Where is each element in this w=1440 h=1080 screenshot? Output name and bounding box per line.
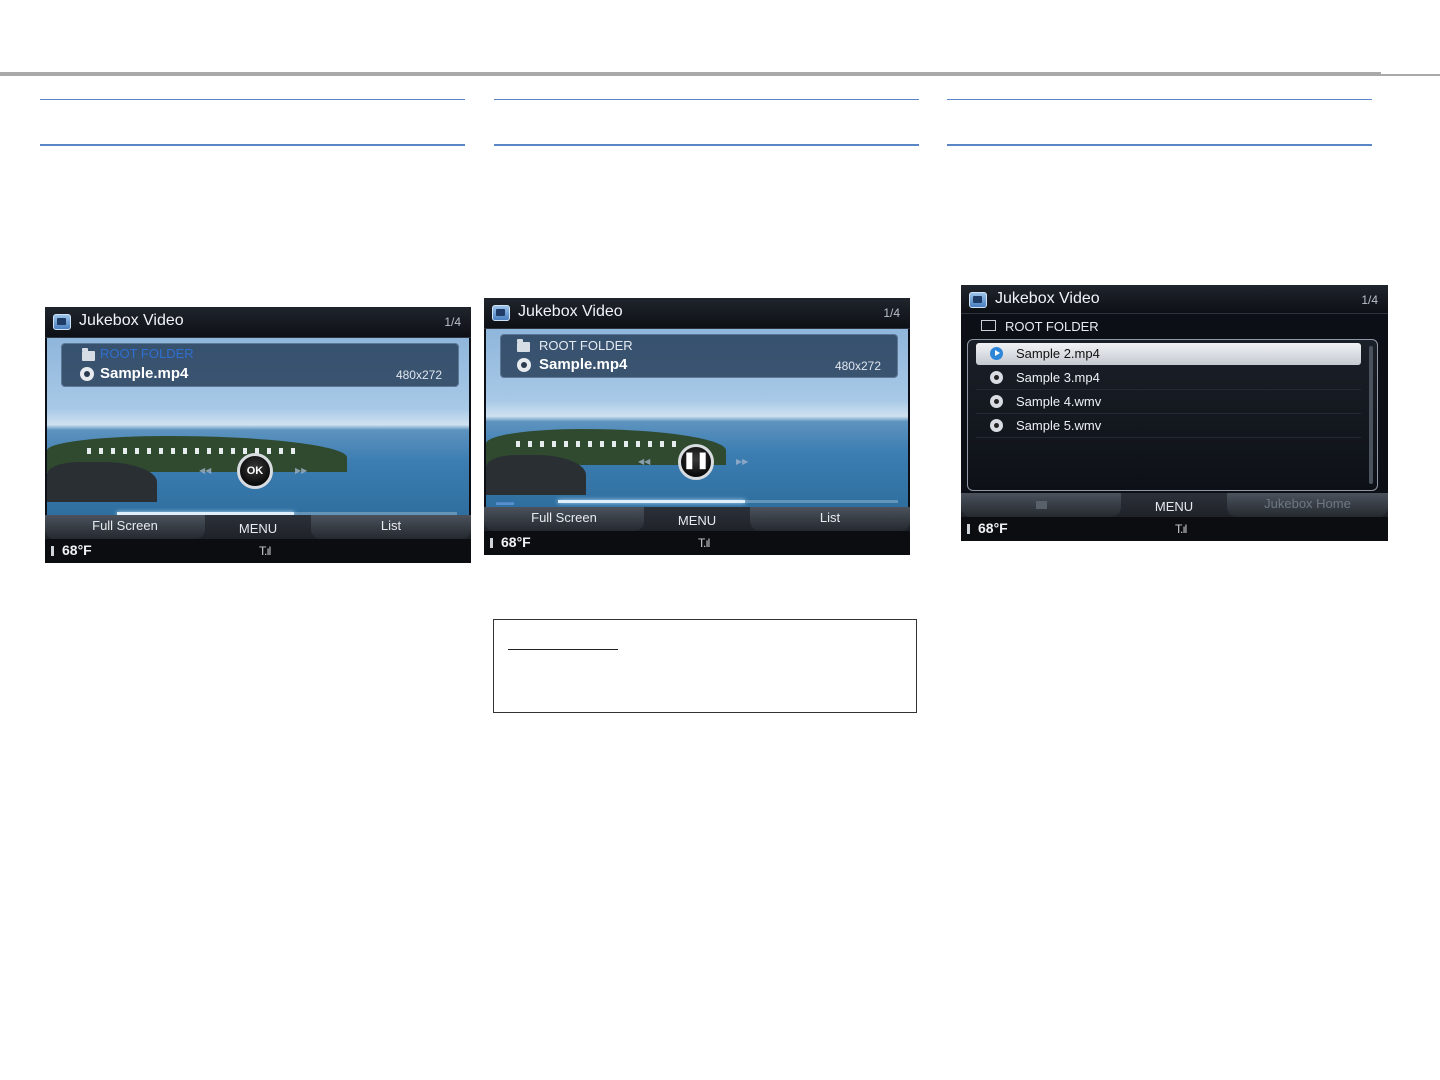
folder-row[interactable]: ROOT FOLDER — [961, 315, 1388, 337]
elapsed-time: ▬▬ — [496, 497, 514, 507]
col3-rule-bottom — [947, 144, 1372, 146]
screen-video-ok: Jukebox Video 1/4 ROOT FOLDER Sample.mp4… — [45, 307, 471, 563]
file-list: Sample 2.mp4 Sample 3.mp4 Sample 4.wmv S… — [967, 339, 1378, 491]
list-item[interactable]: Sample 4.wmv — [976, 391, 1361, 414]
temperature-value: 68°F — [978, 520, 1008, 536]
folder-name: ROOT FOLDER — [539, 338, 633, 353]
col1-rule-top — [40, 99, 465, 100]
list-item[interactable]: Sample 5.wmv — [976, 415, 1361, 438]
jukebox-video-icon — [492, 305, 510, 321]
jukebox-video-icon — [53, 314, 71, 330]
screen-title: Jukebox Video — [79, 312, 184, 329]
video-file-icon — [990, 371, 1003, 384]
progress-bar[interactable] — [558, 500, 898, 503]
list-tab[interactable]: List — [311, 515, 471, 539]
list-item[interactable]: Sample 2.mp4 — [976, 343, 1361, 365]
folder-tab[interactable] — [961, 493, 1121, 517]
list-tab[interactable]: List — [750, 507, 910, 531]
temperature-value: 68°F — [62, 542, 92, 558]
file-info-box: ROOT FOLDER Sample.mp4 480x272 — [61, 343, 459, 387]
folder-icon — [1035, 501, 1047, 509]
video-frame[interactable]: ROOT FOLDER Sample.mp4 480x272 ◀◀ ❚❚ ▶▶ … — [486, 329, 908, 507]
thermometer-icon — [51, 546, 54, 557]
status-row: 68°F T.ıl — [484, 531, 910, 555]
resolution: 480x272 — [834, 359, 881, 373]
folder-name: ROOT FOLDER — [100, 346, 194, 361]
list-item[interactable]: Sample 3.mp4 — [976, 367, 1361, 390]
video-file-icon — [990, 395, 1003, 408]
jukebox-home-tab[interactable]: Jukebox Home — [1227, 493, 1388, 517]
list-item-label: Sample 4.wmv — [1016, 394, 1102, 409]
video-file-icon — [517, 358, 531, 372]
full-screen-tab[interactable]: Full Screen — [45, 515, 205, 539]
list-item-label: Sample 2.mp4 — [1016, 346, 1100, 361]
temperature: 68°F — [967, 520, 1008, 536]
status-row: 68°F T.ıl — [45, 539, 471, 563]
screen-video-pause: Jukebox Video 1/4 ROOT FOLDER Sample.mp4… — [484, 298, 910, 555]
file-name: Sample.mp4 — [100, 365, 189, 382]
folder-icon — [82, 348, 95, 361]
col1-rule-bottom — [40, 144, 465, 146]
houses-shape — [516, 441, 676, 447]
pause-button[interactable]: ❚❚ — [678, 444, 714, 480]
video-file-icon — [80, 367, 94, 381]
rocks-shape — [47, 462, 157, 502]
thermometer-icon — [490, 538, 493, 549]
forward-label: ▶▶ — [736, 457, 749, 466]
bottom-bar: Full Screen MENU List 68°F T.ıl — [484, 507, 910, 555]
video-frame[interactable]: ROOT FOLDER Sample.mp4 480x272 ◀◀ OK ▶▶ … — [47, 338, 469, 515]
ok-button[interactable]: OK — [237, 453, 273, 489]
status-row: 68°F T.ıl — [961, 517, 1388, 541]
rewind-label: ◀◀ — [638, 457, 651, 466]
signal-icon: T.ıl — [259, 544, 271, 558]
play-icon — [990, 347, 1003, 360]
folder-outline-icon — [981, 320, 996, 331]
resolution: 480x272 — [395, 368, 442, 382]
forward-label: ▶▶ — [295, 466, 308, 475]
list-scrollbar[interactable] — [1369, 346, 1373, 484]
video-file-icon — [990, 419, 1003, 432]
thermometer-icon — [967, 524, 970, 535]
list-item-label: Sample 3.mp4 — [1016, 370, 1100, 385]
folder-icon — [517, 339, 530, 352]
page-indicator: 1/4 — [883, 306, 900, 320]
signal-icon: T.ıl — [1175, 522, 1187, 536]
page-indicator: 1/4 — [444, 315, 461, 329]
bottom-bar: MENU Jukebox Home 68°F T.ıl — [961, 493, 1388, 541]
progress-fill — [558, 500, 745, 503]
file-info-box: ROOT FOLDER Sample.mp4 480x272 — [500, 334, 898, 378]
page-indicator: 1/4 — [1361, 293, 1378, 307]
list-item-label: Sample 5.wmv — [1016, 418, 1102, 433]
page-top-rule — [0, 72, 1381, 76]
note-box — [493, 619, 917, 713]
bottom-bar: Full Screen MENU List 68°F T.ıl — [45, 515, 471, 563]
temperature-value: 68°F — [501, 534, 531, 550]
folder-name: ROOT FOLDER — [1005, 319, 1099, 334]
rewind-label: ◀◀ — [199, 466, 212, 475]
col2-rule-bottom — [494, 144, 919, 146]
houses-shape — [87, 448, 297, 454]
temperature: 68°F — [490, 534, 531, 550]
screen-title: Jukebox Video — [995, 290, 1100, 307]
page-top-rule-end — [1381, 74, 1440, 76]
signal-icon: T.ıl — [698, 536, 710, 550]
screen-title: Jukebox Video — [518, 303, 623, 320]
rocks-shape — [486, 455, 586, 495]
jukebox-video-icon — [969, 292, 987, 308]
title-bar: Jukebox Video 1/4 — [45, 307, 471, 338]
note-heading-underline — [508, 649, 618, 650]
col2-rule-top — [494, 99, 919, 100]
title-bar: Jukebox Video 1/4 — [484, 298, 910, 329]
title-bar: Jukebox Video 1/4 — [961, 285, 1388, 314]
pause-icon: ❚❚ — [682, 452, 710, 469]
col3-rule-top — [947, 99, 1372, 100]
screen-video-list: Jukebox Video 1/4 ROOT FOLDER Sample 2.m… — [961, 285, 1388, 541]
temperature: 68°F — [51, 542, 92, 558]
full-screen-tab[interactable]: Full Screen — [484, 507, 644, 531]
file-name: Sample.mp4 — [539, 356, 628, 373]
